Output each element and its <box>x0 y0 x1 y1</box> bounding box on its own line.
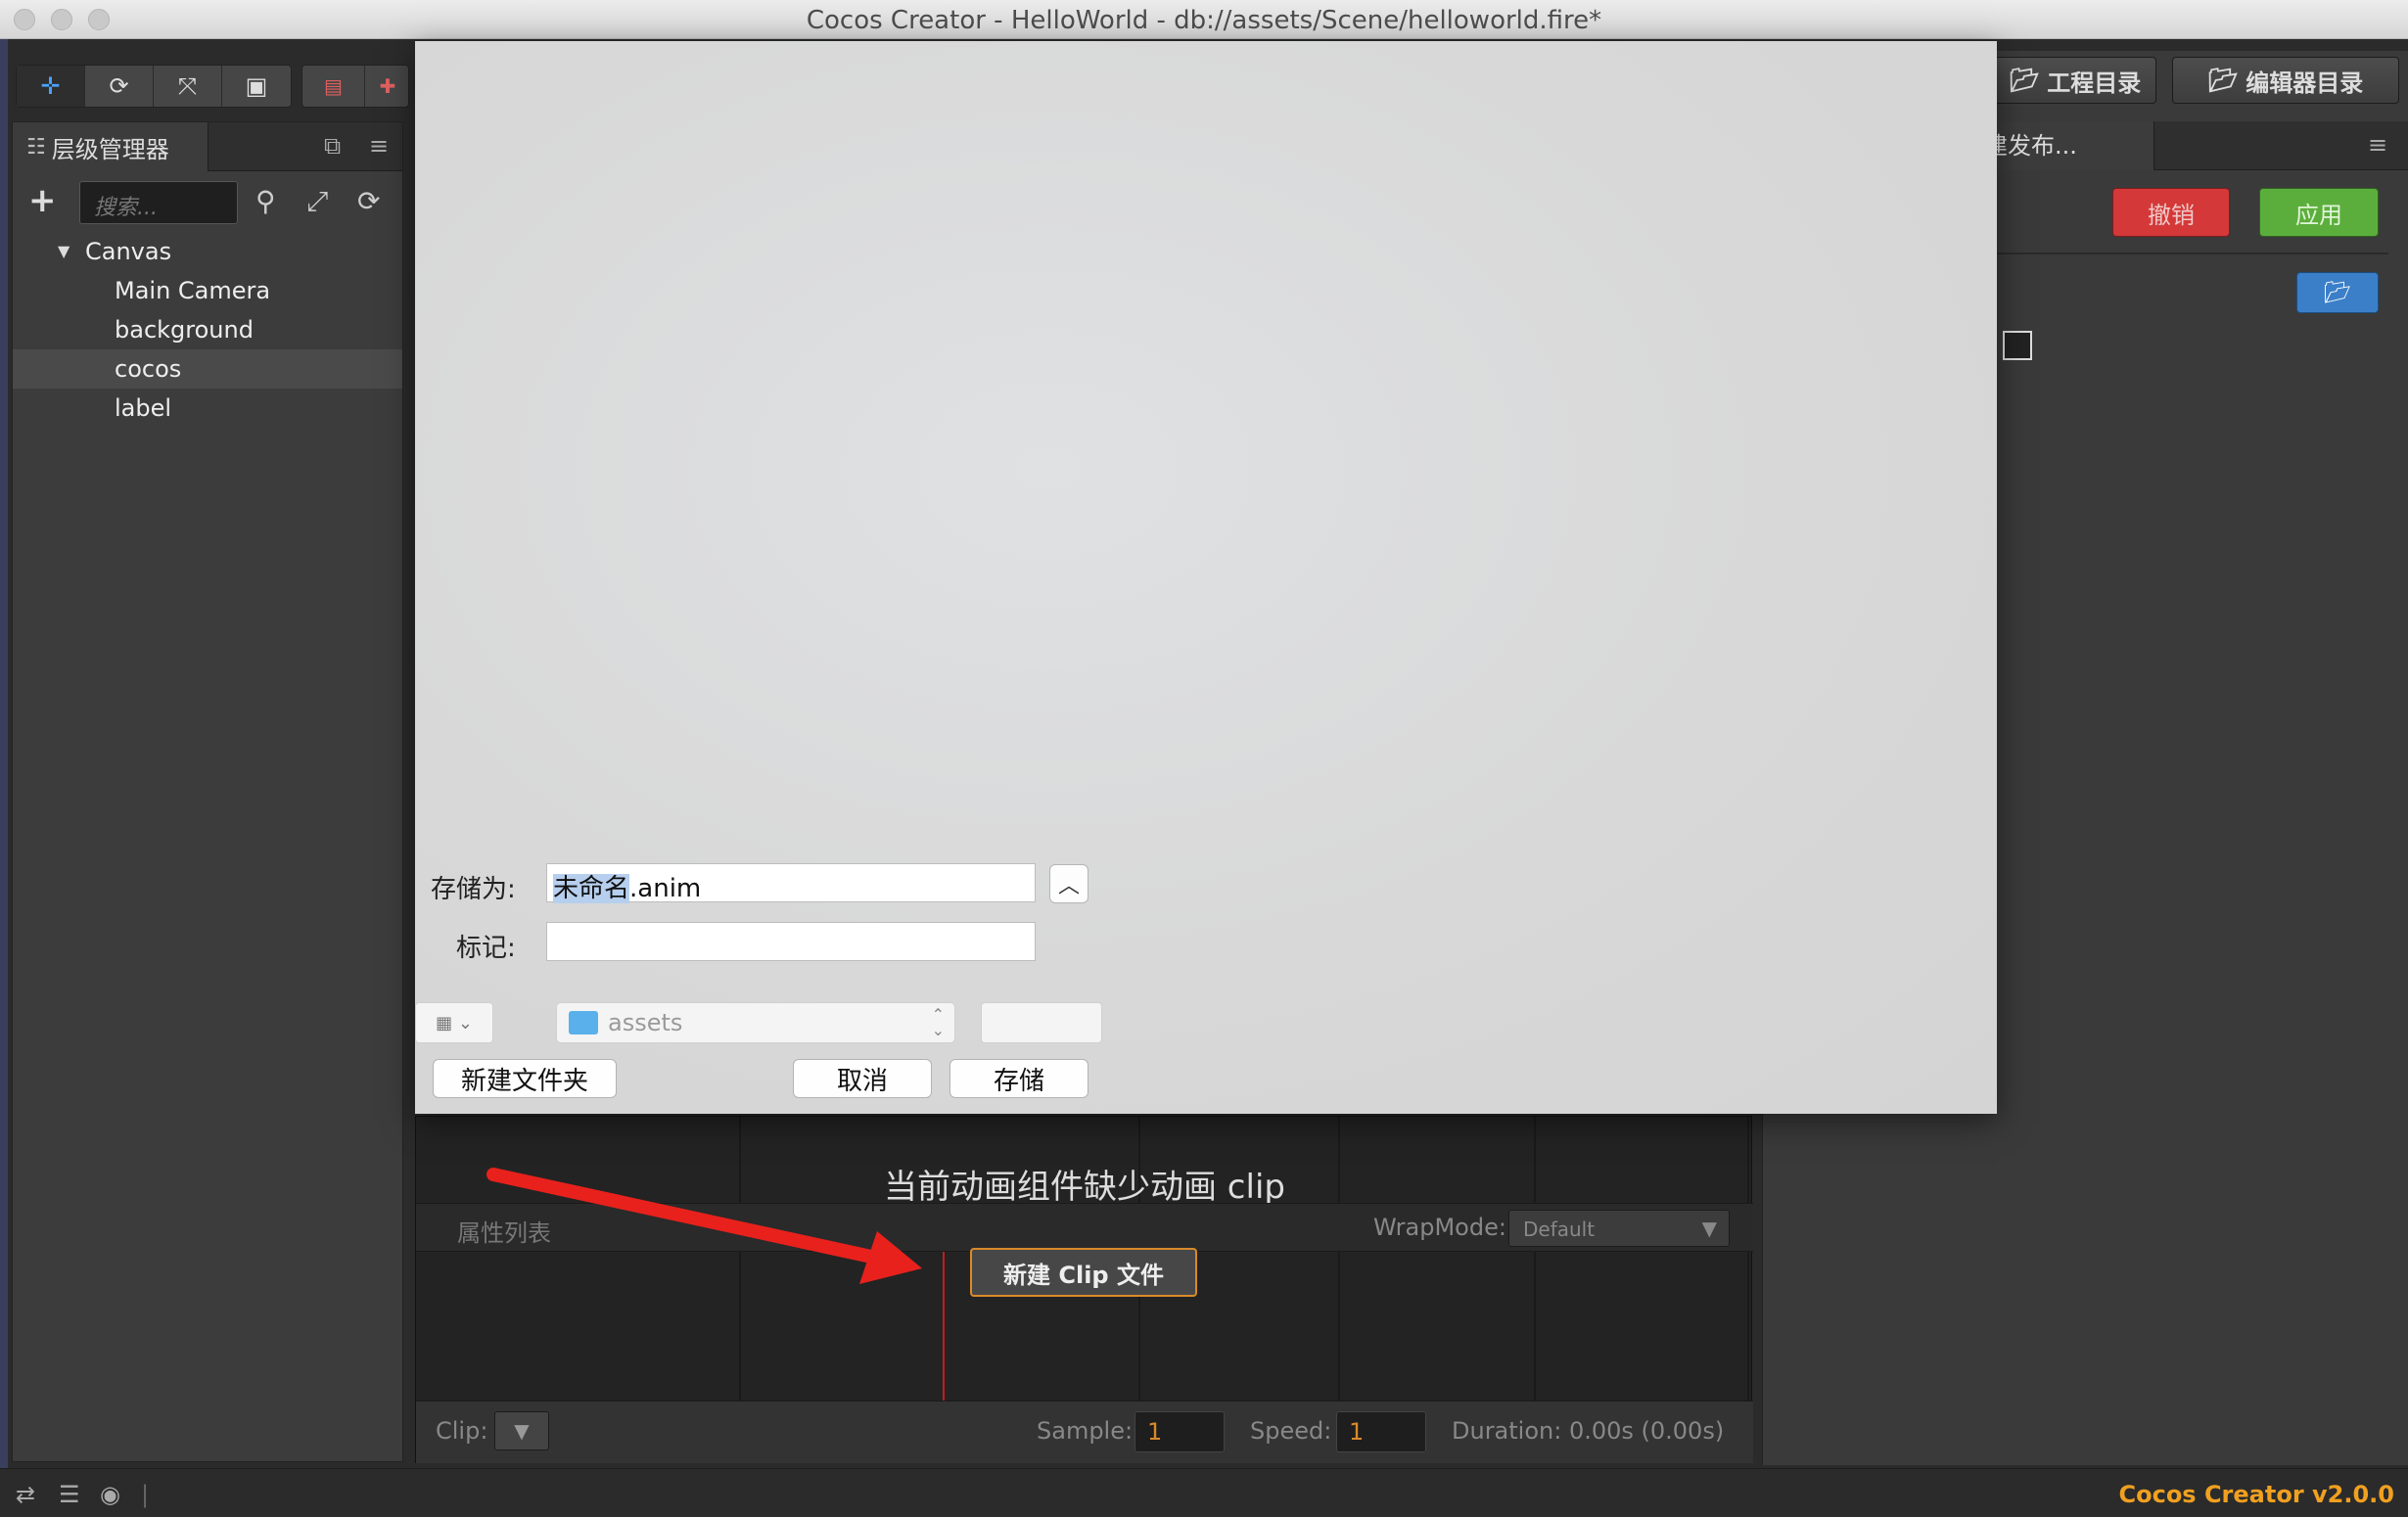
location-select[interactable]: assets ⌃ ⌄ <box>556 1002 955 1043</box>
expand-all-icon[interactable]: ⤢ <box>306 185 328 218</box>
tree-node-main-camera[interactable]: Main Camera <box>13 271 402 310</box>
tree-node-label[interactable]: label <box>13 389 402 428</box>
transform-tool-group: ✛ ⟳ ⤧ ▣ <box>16 65 292 108</box>
property-list-label: 属性列表 <box>457 1219 551 1247</box>
editor-dir-button[interactable]: 📂︎ 编辑器目录 <box>2172 57 2399 104</box>
visibility-icon[interactable]: ◉ <box>100 1481 120 1508</box>
window-title: Cocos Creator - HelloWorld - db://assets… <box>806 6 1602 35</box>
filename-input[interactable]: 未命名.anim <box>546 863 1036 903</box>
sample-label: Sample: <box>1037 1417 1134 1445</box>
save-button[interactable]: 存储 <box>949 1059 1088 1098</box>
project-dir-label: 工程目录 <box>2047 69 2142 97</box>
folder-open-icon: 📂︎ <box>2009 67 2040 94</box>
open-folder-button[interactable]: 📂︎ <box>2296 272 2379 313</box>
option-checkbox[interactable] <box>2003 331 2032 360</box>
speed-label: Speed: <box>1250 1417 1332 1445</box>
tab-hierarchy[interactable]: ☷ 层级管理器 <box>13 122 208 171</box>
section-divider <box>1997 253 2388 254</box>
wrapmode-label: WrapMode: <box>1373 1214 1506 1241</box>
hierarchy-tab-label: 层级管理器 <box>51 135 169 163</box>
gizmo-tool-group: ▤ ✚ <box>301 65 409 108</box>
property-list-bar: 属性列表 WrapMode: Default ▼ <box>416 1203 1753 1252</box>
wrapmode-value: Default <box>1523 1218 1596 1241</box>
status-separator: | <box>141 1481 150 1508</box>
anchor-toggle-icon[interactable]: ▤ <box>302 66 365 107</box>
move-tool-icon[interactable]: ✛ <box>17 66 85 107</box>
save-dialog: 存储为: 未命名.anim ︿ 标记: ▦ ⌄ assets ⌃ ⌄ 新建文件夹 … <box>415 41 1997 1114</box>
editor-dir-label: 编辑器目录 <box>2246 69 2364 97</box>
new-folder-button[interactable]: 新建文件夹 <box>433 1059 617 1098</box>
node-tree: ▼ Canvas Main Camera background cocos la… <box>13 232 402 428</box>
window-titlebar: Cocos Creator - HelloWorld - db://assets… <box>0 0 2408 39</box>
filename-selected-text: 未命名 <box>553 874 630 903</box>
dropdown-arrow-icon: ▼ <box>1701 1217 1717 1240</box>
version-label: Cocos Creator v2.0.0 <box>2118 1481 2394 1508</box>
hierarchy-search-input[interactable]: 搜索... <box>79 181 238 224</box>
panel-menu-icon[interactable]: ≡ <box>369 132 389 160</box>
timeline-cursor[interactable] <box>943 1252 945 1401</box>
transform-toolbar: ✛ ⟳ ⤧ ▣ ▤ ✚ <box>8 59 409 114</box>
hierarchy-tabbar: ☷ 层级管理器 ⧉ ≡ <box>13 122 402 171</box>
tree-node-cocos[interactable]: cocos <box>13 349 402 389</box>
search-icon[interactable]: ⚲ <box>255 185 276 217</box>
save-as-label: 存储为: <box>431 875 516 904</box>
project-dir-button[interactable]: 📂︎ 工程目录 <box>1994 57 2156 104</box>
node-label: Canvas <box>85 238 172 265</box>
hierarchy-panel: ☷ 层级管理器 ⧉ ≡ + 搜索... ⚲ ⤢ ⟳ ▼ Canvas Main … <box>12 121 403 1462</box>
node-label: label <box>115 394 172 422</box>
duration-text: Duration: 0.00s (0.00s) <box>1452 1417 1725 1445</box>
animation-editor: 当前动画组件缺少动画 clip 属性列表 WrapMode: Default ▼… <box>415 1116 1753 1463</box>
apply-button[interactable]: 应用 <box>2259 188 2379 237</box>
database-icon[interactable]: ☰ <box>59 1481 80 1508</box>
tree-node-background[interactable]: background <box>13 310 402 349</box>
new-clip-button[interactable]: 新建 Clip 文件 <box>970 1248 1197 1297</box>
tags-input[interactable] <box>546 922 1036 961</box>
panel-menu-icon[interactable]: ≡ <box>2368 131 2387 159</box>
node-label: cocos <box>115 355 182 383</box>
node-label: background <box>115 316 254 344</box>
tree-node-canvas[interactable]: ▼ Canvas <box>13 232 402 271</box>
rotate-tool-icon[interactable]: ⟳ <box>85 66 154 107</box>
status-bar: ⇄ ☰ ◉ | Cocos Creator v2.0.0 <box>0 1468 2408 1517</box>
sample-input[interactable]: 1 <box>1135 1411 1225 1452</box>
hierarchy-search-row: + 搜索... ⚲ ⤢ ⟳ <box>13 173 402 230</box>
folder-open-icon: 📂︎ <box>2324 280 2351 305</box>
speed-input[interactable]: 1 <box>1336 1411 1426 1452</box>
scale-tool-icon[interactable]: ⤧ <box>154 66 222 107</box>
rect-tool-icon[interactable]: ▣ <box>222 66 291 107</box>
view-mode-select[interactable]: ▦ ⌄ <box>415 1002 493 1043</box>
folder-open-icon: 📂︎ <box>2207 67 2239 94</box>
dialog-search-field[interactable] <box>981 1002 1102 1043</box>
clip-select[interactable]: ▼ <box>494 1411 549 1450</box>
expand-dialog-button[interactable]: ︿ <box>1049 864 1088 903</box>
chevron-up-icon: ︿ <box>1057 874 1080 898</box>
revert-button[interactable]: 撤销 <box>2112 188 2230 237</box>
tags-label: 标记: <box>456 934 516 963</box>
coordinate-toggle-icon[interactable]: ✚ <box>365 66 410 107</box>
window-edge <box>0 39 8 1468</box>
grid-view-icon: ▦ ⌄ <box>436 1012 473 1034</box>
node-label: Main Camera <box>115 277 271 304</box>
cancel-button[interactable]: 取消 <box>793 1059 932 1098</box>
hierarchy-tree-icon: ☷ <box>26 134 46 160</box>
animation-bottom-bar: Clip: ▼ Sample: 1 Speed: 1 Duration: 0.0… <box>416 1401 1753 1463</box>
expand-caret-icon[interactable]: ▼ <box>58 232 69 271</box>
folder-icon <box>569 1011 598 1034</box>
missing-clip-message: 当前动画组件缺少动画 clip <box>884 1168 1285 1207</box>
sync-icon[interactable]: ⇄ <box>16 1481 35 1508</box>
filename-extension: .anim <box>629 874 702 903</box>
popout-icon[interactable]: ⧉ <box>324 132 341 160</box>
refresh-icon[interactable]: ⟳ <box>357 185 380 217</box>
clip-label: Clip: <box>436 1417 488 1445</box>
dropdown-arrow-icon: ▼ <box>514 1419 530 1443</box>
wrapmode-select[interactable]: Default ▼ <box>1508 1210 1730 1247</box>
add-node-button[interactable]: + <box>28 181 57 220</box>
location-value: assets <box>608 1009 683 1036</box>
updown-arrows-icon: ⌃ ⌄ <box>931 1005 945 1039</box>
